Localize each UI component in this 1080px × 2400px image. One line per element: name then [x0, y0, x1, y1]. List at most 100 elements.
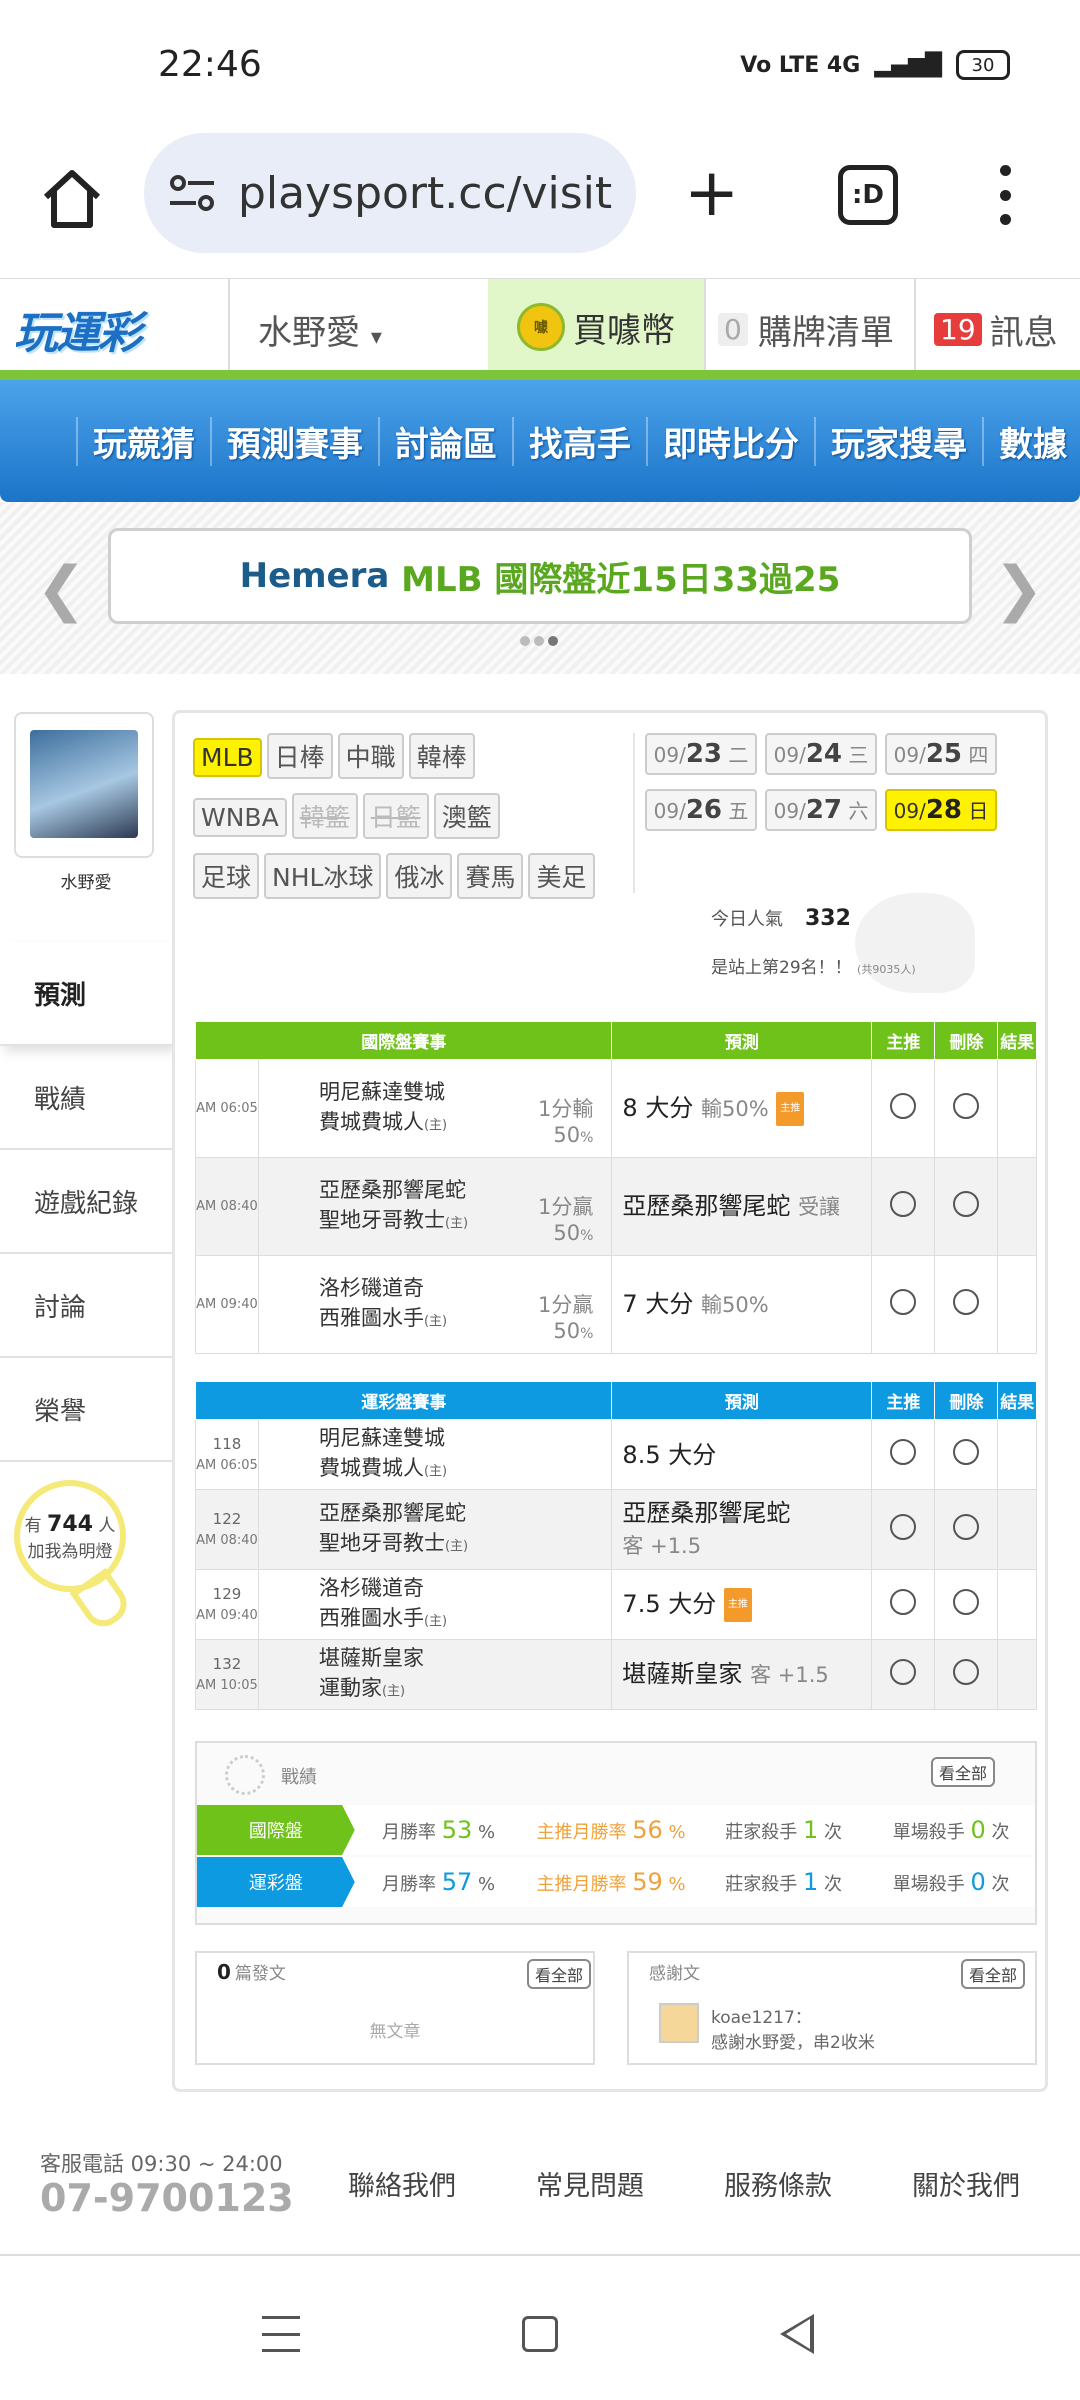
league-filter[interactable]: NHL冰球 [264, 853, 382, 899]
delete-radio[interactable] [953, 1439, 980, 1465]
prediction-cell: 亞歷桑那響尾蛇 受讓 [611, 1157, 873, 1256]
site-settings-icon[interactable] [168, 173, 216, 213]
sidebar-item-game-log[interactable]: 遊戲紀錄 [0, 1150, 172, 1254]
delete-radio[interactable] [953, 1589, 980, 1615]
footer-link[interactable]: 關於我們 [912, 2164, 1020, 2203]
profile-sidebar: 水野愛 預測 戰績 遊戲紀錄 討論 榮譽 有 744 人 加我為明燈 [0, 710, 172, 2110]
back-icon[interactable] [780, 2314, 814, 2354]
league-filter[interactable]: 俄冰 [386, 853, 453, 899]
nav-item[interactable]: 玩家搜尋 [814, 416, 982, 466]
main-pick-radio[interactable] [890, 1659, 917, 1685]
buy-coin-button[interactable]: 噱 買噱幣 [488, 279, 704, 375]
user-menu[interactable]: 水野愛 ▾ [258, 305, 382, 354]
main-pick-badge: 主推 [776, 1091, 805, 1126]
service-phone[interactable]: 07-9700123 [40, 2176, 294, 2220]
avatar[interactable] [14, 712, 154, 858]
site-header: 玩運彩 水野愛 ▾ 噱 買噱幣 0 購牌清單 19 訊息 [0, 278, 1080, 375]
nav-item[interactable]: 預測賽事 [210, 416, 378, 466]
league-filter[interactable]: 美足 [528, 853, 595, 899]
thanks-see-all-button[interactable]: 看全部 [961, 1959, 1026, 1989]
site-logo[interactable]: 玩運彩 [14, 297, 142, 361]
banner-slide[interactable]: Hemera MLB 國際盤近15日33過25 [108, 528, 972, 624]
date-button[interactable]: 09/24 三 [765, 733, 877, 775]
more-menu-icon[interactable] [995, 165, 1015, 225]
footer-link[interactable]: 聯絡我們 [348, 2164, 456, 2203]
cart-button[interactable]: 0 購牌清單 [718, 305, 894, 354]
table-row: AM 09:40 洛杉磯道奇 西雅圖水手(主) 1分贏 50% 7 大分 輸50% [195, 1255, 1037, 1354]
league-filter[interactable]: 足球 [193, 853, 260, 899]
sidebar-item-predictions[interactable]: 預測 [0, 942, 172, 1046]
delete-radio[interactable] [953, 1289, 980, 1315]
date-button-selected[interactable]: 09/28 日 [885, 789, 997, 831]
filter-divider [633, 733, 635, 893]
signal-icon: Vo LTE 4G [740, 52, 861, 78]
popularity-rank: 是站上第29名！！ (共9035人) [711, 958, 916, 978]
date-button[interactable]: 09/27 六 [765, 789, 877, 831]
url-text: playsport.cc/visit [238, 167, 613, 219]
thanks-item[interactable]: koae1217： 感謝水野愛，串2收米 [659, 2003, 875, 2053]
date-button[interactable]: 09/26 五 [645, 789, 757, 831]
result-cell [997, 1569, 1037, 1640]
address-bar[interactable]: playsport.cc/visit [144, 133, 636, 253]
home-icon[interactable] [40, 167, 104, 231]
result-cell [997, 1489, 1037, 1570]
league-filter[interactable]: 韓棒 [408, 733, 475, 779]
main-pick-radio[interactable] [890, 1439, 917, 1465]
footer-link[interactable]: 常見問題 [536, 2164, 644, 2203]
table-row: 132 AM 10:05 堪薩斯皇家 運動家(主) 堪薩斯皇家 客 +1.5 [195, 1639, 1037, 1710]
league-filter[interactable]: MLB [193, 738, 262, 777]
league-filter[interactable]: WNBA [193, 798, 287, 837]
delete-radio[interactable] [953, 1659, 980, 1685]
status-icons: Vo LTE 4G ▂▄▆█ 30 [740, 50, 1010, 80]
nav-item[interactable]: 討論區 [378, 416, 512, 466]
table-header: 國際盤賽事 預測 主推 刪除 結果 [194, 1021, 1037, 1060]
prediction-cell: 7 大分 輸50% [611, 1255, 873, 1354]
nav-item[interactable]: 即時比分 [646, 416, 814, 466]
sports-record-row: 運彩盤 月勝率 57 % 主推月勝率 59 % 莊家殺手 1 次 單場殺手 0 … [197, 1857, 1035, 1907]
new-tab-icon[interactable]: + [684, 160, 739, 226]
see-all-button[interactable]: 看全部 [931, 1757, 996, 1787]
league-filter[interactable]: 賽馬 [457, 853, 524, 899]
main-pick-radio[interactable] [890, 1589, 917, 1615]
handicap-line: 1分贏 50% [538, 1293, 594, 1343]
delete-radio[interactable] [953, 1514, 980, 1540]
date-button[interactable]: 09/23 二 [645, 733, 757, 775]
league-filter-disabled: 日籃 [362, 793, 429, 839]
nav-item[interactable]: 玩競猜 [76, 416, 210, 466]
chevron-right-icon[interactable]: ❯ [994, 554, 1044, 624]
sidebar-item-discussion[interactable]: 討論 [0, 1254, 172, 1358]
cart-count: 0 [718, 313, 748, 346]
league-filter[interactable]: 澳籃 [433, 793, 500, 839]
prediction-panel: MLB 日棒 中職 韓棒 WNBA 韓籃 日籃 澳籃 足球 NHL冰球 俄冰 賽馬 美足 09/23… [172, 710, 1048, 2092]
home-button-icon[interactable] [522, 2316, 558, 2352]
posts-see-all-button[interactable]: 看全部 [527, 1959, 592, 1989]
nav-item[interactable]: 找高手 [512, 416, 646, 466]
thanks-text: 感謝水野愛，串2收米 [711, 2033, 875, 2053]
sidebar-item-record[interactable]: 戰績 [0, 1046, 172, 1150]
intl-predictions-table: 國際盤賽事 預測 主推 刪除 結果 AM 06:05 明尼蘇達雙城 費城費城人(主) 1分… [194, 1021, 1037, 1354]
footer-link[interactable]: 服務條款 [724, 2164, 832, 2203]
prediction-cell: 堪薩斯皇家 客 +1.5 [611, 1639, 873, 1710]
message-count: 19 [934, 313, 982, 346]
chevron-left-icon[interactable]: ❮ [36, 554, 86, 624]
tab-switcher-button[interactable]: :D [838, 165, 898, 225]
main-pick-radio[interactable] [890, 1514, 917, 1540]
table-header: 運彩盤賽事 預測 主推 刪除 結果 [194, 1381, 1037, 1420]
delete-radio[interactable] [953, 1191, 980, 1217]
main-pick-radio[interactable] [890, 1191, 917, 1217]
messages-button[interactable]: 19 訊息 [934, 305, 1058, 354]
sidebar-item-honors[interactable]: 榮譽 [0, 1358, 172, 1462]
thanks-avatar [659, 2003, 699, 2043]
prediction-cell: 8.5 大分 [611, 1419, 873, 1490]
delete-radio[interactable] [953, 1093, 980, 1119]
main-pick-radio[interactable] [890, 1093, 917, 1119]
date-button[interactable]: 09/25 四 [885, 733, 997, 775]
league-filter[interactable]: 日棒 [266, 733, 333, 779]
recent-apps-icon[interactable] [262, 2316, 300, 2352]
league-filter[interactable]: 中職 [337, 733, 404, 779]
main-pick-radio[interactable] [890, 1289, 917, 1315]
table-row: 118 AM 06:05 明尼蘇達雙城 費城費城人(主) 8.5 大分 [195, 1419, 1037, 1490]
nav-item[interactable]: 數據 [982, 416, 1080, 466]
intl-record-row: 國際盤 月勝率 53 % 主推月勝率 56 % 莊家殺手 1 次 單場殺手 0 … [197, 1805, 1035, 1855]
league-filters: MLB 日棒 中職 韓棒 WNBA 韓籃 日籃 澳籃 足球 NHL冰球 俄冰 賽馬 美足 [193, 733, 633, 913]
